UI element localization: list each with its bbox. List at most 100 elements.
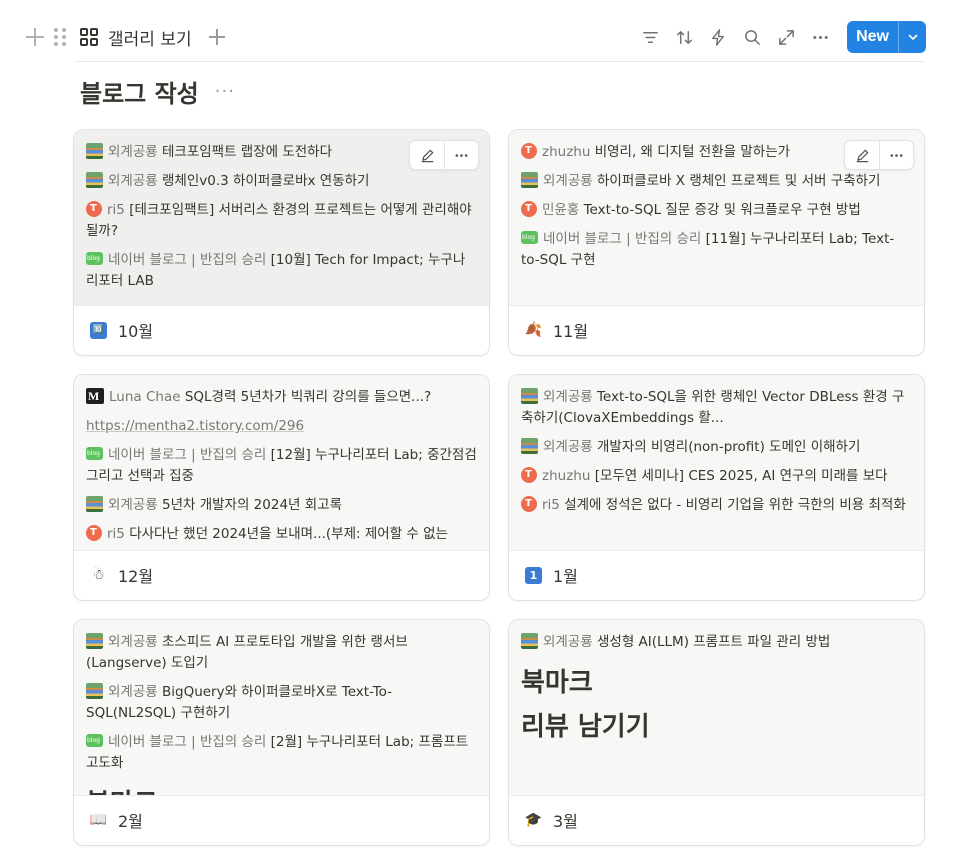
new-dropdown-button[interactable] <box>898 21 926 53</box>
filter-icon[interactable] <box>633 20 667 54</box>
lightning-icon[interactable] <box>701 20 735 54</box>
card-title: 1월 <box>553 567 578 586</box>
bookmark-source: 네이버 블로그 | 반집의 승리 <box>108 447 267 463</box>
new-button-group: New <box>847 21 926 53</box>
naver-icon <box>86 734 103 747</box>
bookmark-item[interactable]: Luna Chae SQL경력 5년차가 빅쿼리 강의를 들으면...? <box>86 387 477 408</box>
bookmark-title: 하이퍼클로바 X 랭체인 프로젝트 및 서버 구축하기 <box>596 173 881 189</box>
add-view-icon[interactable] <box>208 28 226 46</box>
bookmark-source: 외계공룡 <box>543 173 593 189</box>
bookmark-item[interactable]: 네이버 블로그 | 반집의 승리 [12월] 누구나리포터 Lab; 중간점검 … <box>86 445 477 487</box>
sort-icon[interactable] <box>667 20 701 54</box>
bookmark-item[interactable]: 네이버 블로그 | 반집의 승리 [11월] 누구나리포터 Lab; Text-… <box>521 229 912 271</box>
book-icon <box>86 633 103 649</box>
bookmark-item[interactable]: 외계공룡 BigQuery와 하이퍼클로바X로 Text-To-SQL(NL2S… <box>86 682 477 724</box>
book-icon <box>521 438 538 454</box>
card-preview: 외계공룡 Text-to-SQL을 위한 랭체인 Vector DBLess 환… <box>509 375 924 551</box>
search-icon[interactable] <box>735 20 769 54</box>
gallery-card[interactable]: Luna Chae SQL경력 5년차가 빅쿼리 강의를 들으면...? http… <box>73 374 490 601</box>
bookmark-item[interactable]: 외계공룡 개발자의 비영리(non-profit) 도메인 이해하기 <box>521 437 912 458</box>
book-icon <box>521 633 538 649</box>
bookmark-title: 다사다난 했던 2024년을 보내며...(부제: 제어할 수 없는 <box>129 526 448 542</box>
book-icon <box>86 683 103 699</box>
tistory-icon <box>86 201 102 217</box>
bookmark-item[interactable]: ri5 설계에 정석은 없다 - 비영리 기업을 위한 극한의 비용 최적화 <box>521 495 912 516</box>
bookmark-source: Luna Chae <box>109 389 181 405</box>
preview-heading: 리뷰 남기기 <box>521 712 650 742</box>
card-more-icon[interactable] <box>879 141 913 169</box>
card-link-url[interactable]: https://mentha2.tistory.com/296 <box>86 416 477 437</box>
toolbar-divider <box>74 61 924 62</box>
tistory-icon <box>521 467 537 483</box>
expand-icon[interactable] <box>769 20 803 54</box>
tistory-icon <box>521 143 537 159</box>
bookmark-title: 테크포임팩트 랩장에 도전하다 <box>161 144 333 160</box>
edit-pencil-icon[interactable] <box>410 141 444 169</box>
bookmark-title: 개발자의 비영리(non-profit) 도메인 이해하기 <box>596 439 861 455</box>
bookmark-item[interactable]: ri5 [테크포임팩트] 서버리스 환경의 프로젝트는 어떻게 관리해야 될까? <box>86 200 477 242</box>
page-emoji-icon: 🎓 <box>524 812 543 828</box>
bookmark-item[interactable]: 외계공룡 Text-to-SQL을 위한 랭체인 Vector DBLess 환… <box>521 387 912 429</box>
gallery-card[interactable]: 외계공룡 테크포임팩트 랩장에 도전하다외계공룡 랭체인v0.3 하이퍼클로바x… <box>73 129 490 356</box>
gallery-card[interactable]: 외계공룡 Text-to-SQL을 위한 랭체인 Vector DBLess 환… <box>508 374 925 601</box>
bookmark-source: 외계공룡 <box>108 684 158 700</box>
card-title: 10월 <box>118 322 154 341</box>
gallery-card[interactable]: zhuzhu 비영리, 왜 디지털 전환을 말하는가외계공룡 하이퍼클로바 X … <box>508 129 925 356</box>
mc-icon <box>86 388 104 404</box>
bookmark-source: 네이버 블로그 | 반집의 승리 <box>108 252 267 268</box>
bookmark-source: zhuzhu <box>542 144 591 160</box>
card-footer: ☃ 12월 <box>74 550 489 600</box>
card-hover-tools <box>409 140 479 170</box>
preview-heading: 북마크 <box>86 782 477 795</box>
add-block-icon[interactable] <box>24 26 46 48</box>
bookmark-item[interactable]: 외계공룡 5년차 개발자의 2024년 회고록 <box>86 495 477 516</box>
page-title: 블로그 작성 ··· <box>80 74 235 109</box>
bookmark-item[interactable]: 외계공룡 초스피드 AI 프로토타입 개발을 위한 랭서브(Langserve)… <box>86 632 477 674</box>
card-footer: 🍂 11월 <box>509 305 924 355</box>
block-controls <box>24 26 66 48</box>
page-emoji-icon: 1 <box>525 566 542 584</box>
naver-icon <box>521 231 538 244</box>
bookmark-source: 외계공룡 <box>108 497 158 513</box>
title-more-icon[interactable]: ··· <box>215 81 235 102</box>
naver-icon <box>86 252 103 265</box>
bookmark-item[interactable]: ri5 다사다난 했던 2024년을 보내며...(부제: 제어할 수 없는 <box>86 524 477 545</box>
card-title: 2월 <box>118 812 143 831</box>
book-icon <box>86 496 103 512</box>
bookmark-item[interactable]: 민윤홍 Text-to-SQL 질문 증강 및 워크플로우 구현 방법 <box>521 200 912 221</box>
card-footer: 1 1월 <box>509 550 924 600</box>
drag-handle-icon[interactable] <box>52 27 66 47</box>
book-icon <box>86 172 103 188</box>
page-emoji-icon: 🍂 <box>524 322 543 338</box>
bookmark-item[interactable]: 외계공룡 생성형 AI(LLM) 프롬프트 파일 관리 방법 <box>521 632 912 653</box>
bookmark-source: zhuzhu <box>542 468 591 484</box>
bookmark-item[interactable]: 네이버 블로그 | 반집의 승리 [10월] Tech for Impact; … <box>86 250 477 292</box>
card-preview: Luna Chae SQL경력 5년차가 빅쿼리 강의를 들으면...? http… <box>74 375 489 551</box>
bookmark-item[interactable]: 외계공룡 하이퍼클로바 X 랭체인 프로젝트 및 서버 구축하기 <box>521 171 912 192</box>
gallery-card[interactable]: 외계공룡 초스피드 AI 프로토타입 개발을 위한 랭서브(Langserve)… <box>73 619 490 846</box>
card-footer: 🔟 10월 <box>74 305 489 355</box>
bookmark-source: 외계공룡 <box>108 144 158 160</box>
bookmark-source: 네이버 블로그 | 반집의 승리 <box>108 734 267 750</box>
more-icon[interactable] <box>803 20 837 54</box>
bookmark-item[interactable]: 외계공룡 랭체인v0.3 하이퍼클로바x 연동하기 <box>86 171 477 192</box>
bookmark-source: ri5 <box>107 526 125 542</box>
preview-heading: 북마크 <box>521 668 593 698</box>
bookmark-title: [테크포임팩트] 서버리스 환경의 프로젝트는 어떻게 관리해야 될까? <box>86 202 472 239</box>
tab-gallery-view[interactable]: 갤러리 보기 <box>80 18 236 56</box>
new-button[interactable]: New <box>847 21 898 53</box>
view-toolbar: 갤러리 보기 New <box>24 18 926 56</box>
bookmark-source: ri5 <box>107 202 125 218</box>
card-footer: 🎓 3월 <box>509 795 924 845</box>
bookmark-source: ri5 <box>542 497 560 513</box>
card-more-icon[interactable] <box>444 141 478 169</box>
bookmark-title: 설계에 정석은 없다 - 비영리 기업을 위한 극한의 비용 최적화 <box>564 497 906 513</box>
bookmark-item[interactable]: 네이버 블로그 | 반집의 승리 [2월] 누구나리포터 Lab; 프롬프트 고… <box>86 732 477 774</box>
tistory-icon <box>521 496 537 512</box>
tab-gallery-view-label: 갤러리 보기 <box>108 29 192 50</box>
page-title-text[interactable]: 블로그 작성 <box>80 74 199 109</box>
gallery-card[interactable]: 외계공룡 생성형 AI(LLM) 프롬프트 파일 관리 방법북마크리뷰 남기기 🎓… <box>508 619 925 846</box>
bookmark-source: 네이버 블로그 | 반집의 승리 <box>543 231 702 247</box>
bookmark-item[interactable]: zhuzhu [모두연 세미나] CES 2025, AI 연구의 미래를 보다 <box>521 466 912 487</box>
edit-pencil-icon[interactable] <box>845 141 879 169</box>
